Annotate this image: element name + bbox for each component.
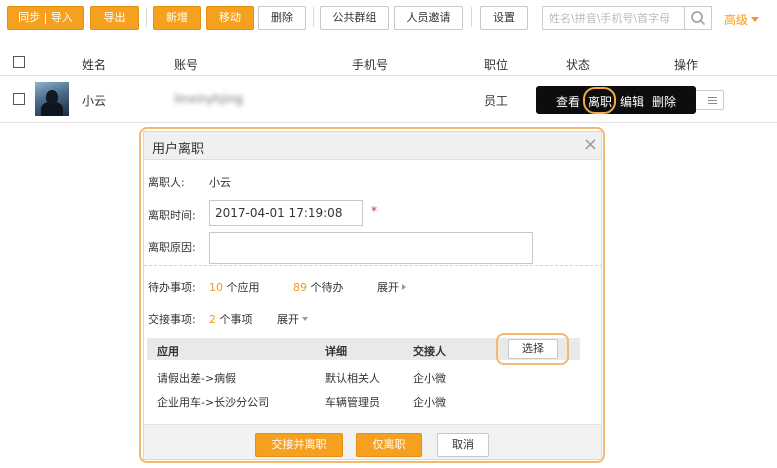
close-icon[interactable]: × [583,134,598,155]
action-edit[interactable]: 编辑 [620,93,644,110]
avatar [35,82,69,116]
handover-app: 请假出差->病假 [157,372,237,385]
todo-unit: 个待办 [310,281,344,294]
select-handler-button[interactable]: 选择 [508,339,558,359]
table-divider [0,122,777,123]
delete-button[interactable]: 删除 [258,6,306,30]
move-button[interactable]: 移动 [206,6,254,30]
col-header-phone: 手机号 [352,58,389,72]
menu-icon [708,97,717,104]
invite-button[interactable]: 人员邀请 [394,6,463,30]
col-header-account: 账号 [174,58,199,72]
action-delete[interactable]: 删除 [652,93,676,110]
reason-label: 离职原因: [148,241,196,254]
col-detail: 详细 [325,345,347,358]
add-button[interactable]: 新增 [153,6,201,30]
pending-label: 待办事项: [148,281,196,294]
advanced-filter-toggle[interactable]: 高级 [724,11,760,28]
search-button[interactable] [684,7,711,29]
handover-expand-toggle[interactable]: 展开 [277,311,308,327]
row-action-popover: 查看 离职 编辑 删除 [536,86,696,114]
col-handler: 交接人 [413,345,446,358]
sync-import-button[interactable]: 同步 | 导入 [7,6,84,30]
person-value: 小云 [209,176,231,189]
handover-handler: 企小微 [413,396,446,409]
apps-unit: 个应用 [226,281,260,294]
handover-detail: 车辆管理员 [325,396,380,409]
export-button[interactable]: 导出 [90,6,139,30]
col-header-status: 状态 [566,58,591,72]
search-box [542,6,712,30]
row-account: linxinyhjing [174,92,243,106]
toolbar-divider [313,7,314,27]
handover-and-resign-button[interactable]: 交接并离职 [255,433,343,457]
apps-count: 10 [209,281,223,294]
handover-count: 2 [209,313,216,326]
row-position: 员工 [484,94,509,108]
handover-app: 企业用车->长沙分公司 [157,396,270,409]
person-label: 离职人: [148,176,185,189]
table-divider [0,75,777,76]
chevron-down-icon [751,17,760,22]
handover-handler: 企小微 [413,372,446,385]
row-name: 小云 [82,94,107,108]
required-mark: * [371,204,377,218]
col-app: 应用 [157,345,179,358]
todo-count: 89 [293,281,307,294]
resign-time-input[interactable]: 2017-04-01 17:19:08 [209,200,363,226]
toolbar-divider [146,7,147,27]
highlight-ring [583,87,616,114]
toolbar-divider [471,7,472,27]
dashed-divider [144,265,601,266]
col-header-name: 姓名 [82,58,107,72]
resign-only-button[interactable]: 仅离职 [356,433,422,457]
col-header-position: 职位 [484,58,509,72]
dialog-header: 用户离职 × [144,132,601,160]
handover-detail: 默认相关人 [325,372,380,385]
select-all-checkbox[interactable] [13,56,25,68]
resign-reason-input[interactable] [209,232,533,264]
public-group-button[interactable]: 公共群组 [320,6,389,30]
row-checkbox[interactable] [13,93,25,105]
search-input[interactable] [543,7,681,29]
pending-expand-toggle[interactable]: 展开 [377,279,406,295]
dialog-title: 用户离职 [152,142,205,157]
handover-label: 交接事项: [148,313,196,326]
resign-dialog: 用户离职 × 离职人: 小云 离职时间: 2017-04-01 17:19:08… [143,131,602,460]
col-header-actions: 操作 [674,58,699,72]
handover-unit: 个事项 [219,313,253,326]
action-view[interactable]: 查看 [556,93,580,110]
search-icon [691,11,706,26]
cancel-button[interactable]: 取消 [437,433,489,457]
time-label: 离职时间: [148,209,196,222]
dialog-footer: 交接并离职 仅离职 取消 [144,424,601,459]
settings-button[interactable]: 设置 [480,6,528,30]
